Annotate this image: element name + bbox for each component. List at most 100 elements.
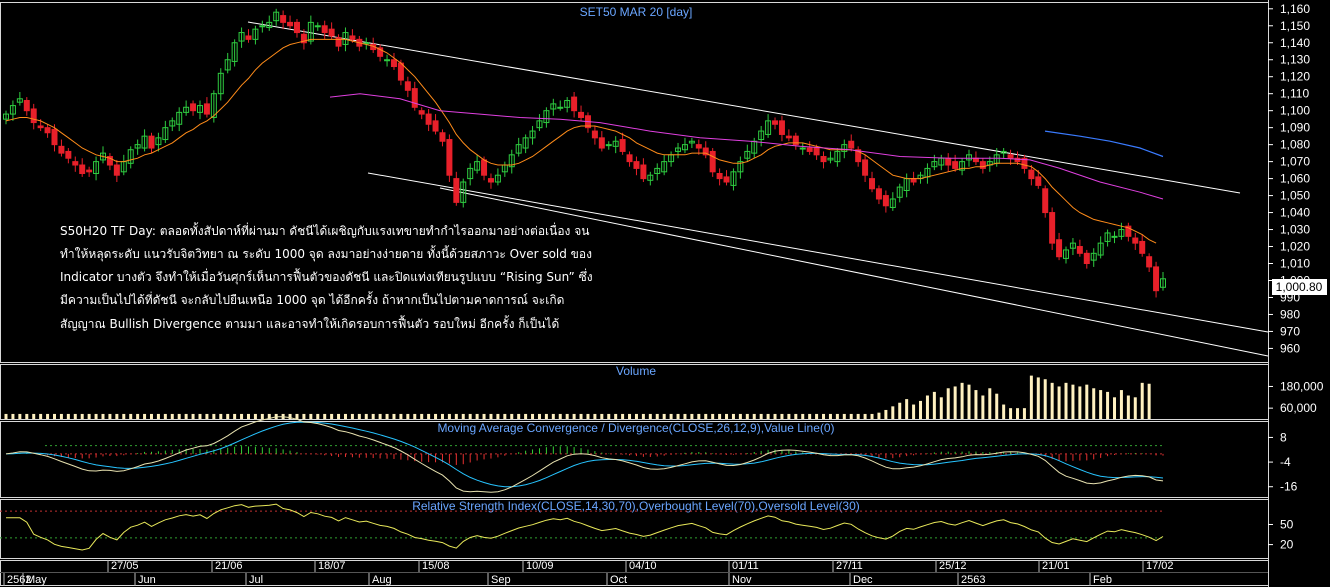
candle: [945, 153, 952, 172]
candle: [494, 168, 501, 186]
candle-body: [190, 103, 197, 112]
rsi-ytick-label: 50: [1280, 517, 1294, 531]
volume-bar: [343, 413, 347, 419]
volume-bar: [690, 413, 694, 419]
candle-body: [875, 188, 882, 200]
candle: [578, 105, 585, 121]
volume-bar: [939, 397, 943, 419]
volume-bar: [884, 409, 888, 419]
volume-bar: [718, 413, 722, 419]
x-tick-label-row1: 04/10: [629, 560, 657, 572]
volume-bar: [32, 413, 36, 419]
candle: [99, 146, 106, 164]
volume-bar: [219, 413, 223, 419]
volume-bar: [420, 413, 424, 419]
candle-body: [453, 178, 460, 203]
candle: [432, 114, 439, 135]
volume-bar: [316, 413, 320, 419]
chart-svg: SET50 MAR 20 [day] Volume Moving Average…: [0, 0, 1327, 587]
candle-body: [384, 59, 391, 62]
candle: [1083, 249, 1090, 269]
candle: [550, 98, 557, 116]
candle: [882, 190, 889, 213]
volume-bar: [1119, 390, 1123, 419]
candle: [404, 76, 411, 98]
volume-bar: [191, 413, 195, 419]
volume-bar: [780, 413, 784, 419]
candle: [1139, 234, 1146, 257]
rsi-ytick-label: 20: [1280, 538, 1294, 552]
volume-bar: [1099, 390, 1103, 419]
price-ytick-label: 1,120: [1280, 70, 1310, 84]
volume-bar: [925, 395, 929, 419]
volume-bar: [1036, 377, 1040, 419]
candle-body: [259, 25, 266, 28]
volume-bar: [1050, 382, 1054, 419]
candle: [772, 117, 779, 130]
candle-body: [280, 15, 287, 23]
macd-ytick-label: 8: [1280, 430, 1287, 444]
candle: [1125, 222, 1132, 242]
volume-bar: [357, 413, 361, 419]
candle: [266, 15, 273, 31]
candle: [799, 142, 806, 155]
volume-bar: [745, 413, 749, 419]
candle: [439, 129, 446, 147]
candle: [612, 136, 619, 154]
volume-bar: [309, 413, 313, 419]
candle-body: [723, 176, 730, 183]
candle: [252, 25, 259, 45]
price-ytick-label: 1,110: [1280, 87, 1309, 101]
candle-body: [626, 154, 633, 163]
volume-bar: [510, 413, 514, 419]
volume-bar: [787, 413, 791, 419]
volume-bar: [669, 413, 673, 419]
candle-body: [716, 173, 723, 180]
candle: [446, 134, 453, 182]
volume-bar: [531, 413, 535, 419]
volume-bar: [891, 406, 895, 419]
candle: [120, 154, 127, 176]
volume-bar: [697, 413, 701, 419]
candle-body: [709, 150, 716, 173]
macd-ytick-label: -16: [1280, 480, 1298, 494]
volume-bar: [46, 413, 50, 419]
candle: [709, 148, 716, 177]
candle-body: [862, 159, 869, 176]
volume-bar: [634, 413, 638, 419]
candle-body: [86, 169, 93, 173]
volume-bar: [378, 413, 382, 419]
x-tick-label-row1: 01/11: [732, 560, 759, 572]
candle: [162, 120, 169, 143]
volume-bar: [66, 413, 70, 419]
candle: [924, 163, 931, 184]
volume-bar: [295, 413, 299, 419]
volume-bar: [364, 413, 368, 419]
candle: [314, 22, 321, 31]
candle: [141, 129, 148, 152]
annotation-line-1: S50H20 TF Day: ตลอดทั้งสัปดาห์ที่ผ่านมา …: [60, 222, 589, 238]
price-ytick-label: 1,100: [1280, 104, 1310, 118]
volume-bar: [129, 413, 133, 419]
volume-bar: [25, 413, 29, 419]
annotation-line-4: มีความเป็นไปได้ที่ดัชนี จะกลับไปยืนเหนือ…: [60, 291, 564, 308]
candle: [848, 134, 855, 152]
price-ytick-label: 980: [1280, 307, 1300, 321]
candle: [501, 161, 508, 177]
candle: [224, 52, 231, 74]
candle: [938, 154, 945, 171]
candle: [716, 168, 723, 186]
candle-body: [813, 147, 820, 156]
volume-bar: [149, 413, 153, 419]
candle-body: [1132, 237, 1139, 244]
volume-bar: [1085, 384, 1089, 419]
candle: [543, 107, 550, 128]
candle-body: [695, 144, 702, 149]
volume-bar: [177, 413, 181, 419]
candle: [30, 103, 37, 130]
candle: [1056, 232, 1063, 261]
candle-body: [203, 103, 210, 115]
volume-bar: [517, 413, 521, 419]
volume-bar: [323, 413, 327, 419]
candle: [425, 108, 432, 132]
